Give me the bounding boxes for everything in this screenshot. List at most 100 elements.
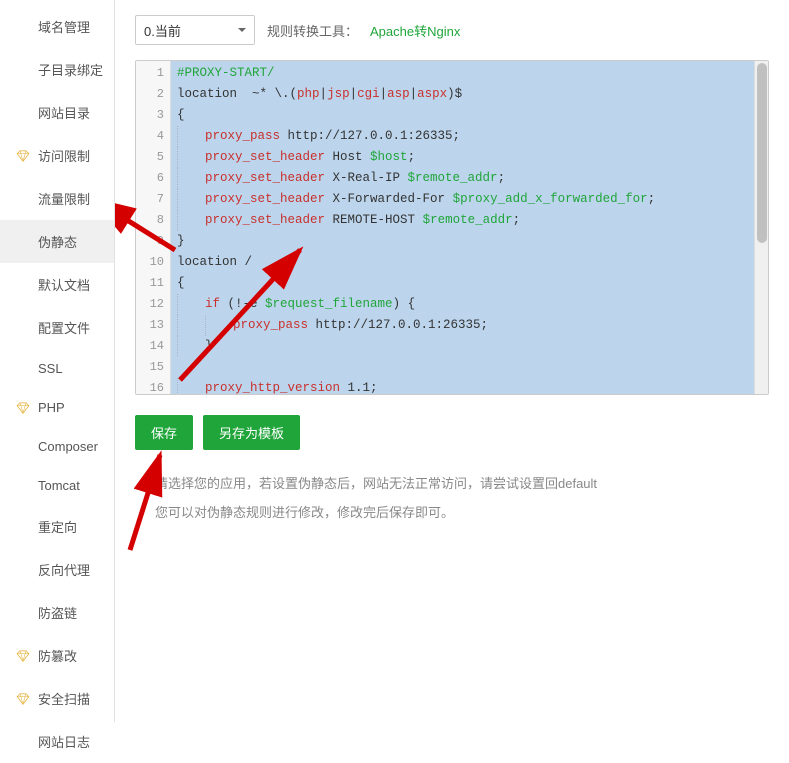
line-number: 15	[136, 357, 170, 378]
sidebar-item-label: 流量限制	[38, 192, 90, 207]
sidebar-item-label: SSL	[38, 361, 63, 376]
sidebar-item-subdir[interactable]: 子目录绑定	[0, 48, 114, 91]
line-number: 11	[136, 273, 170, 294]
sidebar-item-default-doc[interactable]: 默认文档	[0, 263, 114, 306]
code-text: proxy_set_header	[205, 150, 325, 164]
code-text: ;	[498, 171, 506, 185]
sidebar-item-domain[interactable]: 域名管理	[0, 5, 114, 48]
sidebar-item-reverse-proxy[interactable]: 反向代理	[0, 548, 114, 591]
sidebar-item-rewrite[interactable]: 伪静态	[0, 220, 114, 263]
tips-list: 请选择您的应用，若设置伪静态后，网站无法正常访问，请尝试设置回default 您…	[135, 474, 769, 524]
sidebar-item-composer[interactable]: Composer	[0, 427, 114, 466]
line-number: 7	[136, 189, 170, 210]
code-editor[interactable]: 1 2 3 4 5 6 7 8 9 10 11 12 13 14 15 16 #…	[135, 60, 769, 395]
scrollbar[interactable]	[754, 61, 768, 394]
sidebar-item-redirect[interactable]: 重定向	[0, 505, 114, 548]
code-text: $proxy_add_x_forwarded_for	[453, 192, 648, 206]
sidebar-item-label: 伪静态	[38, 235, 77, 250]
line-number: 2	[136, 84, 170, 105]
code-text: location ~* \.(	[177, 87, 297, 101]
code-text: location /	[177, 255, 252, 269]
code-text: if	[205, 297, 220, 311]
line-number: 4	[136, 126, 170, 147]
sidebar-item-label: 防篡改	[38, 649, 77, 664]
code-text: REMOTE-HOST	[325, 213, 423, 227]
scrollbar-thumb[interactable]	[757, 63, 767, 243]
code-text: proxy_set_header	[205, 192, 325, 206]
sidebar-item-label: PHP	[38, 400, 65, 415]
template-select[interactable]: 0.当前	[135, 15, 255, 45]
code-text: {	[177, 276, 185, 290]
sidebar-item-access-limit[interactable]: 访问限制	[0, 134, 114, 177]
code-text: ;	[513, 213, 521, 227]
sidebar: 域名管理 子目录绑定 网站目录 访问限制 流量限制 伪静态 默认文档 配置文件 …	[0, 0, 115, 722]
top-row: 0.当前 规则转换工具： Apache转Nginx	[135, 15, 769, 45]
diamond-icon	[16, 692, 30, 706]
code-text: ) {	[393, 297, 416, 311]
tip-item: 请选择您的应用，若设置伪静态后，网站无法正常访问，请尝试设置回default	[155, 474, 769, 495]
sidebar-item-label: 默认文档	[38, 278, 90, 293]
line-number: 6	[136, 168, 170, 189]
diamond-icon	[16, 401, 30, 415]
sidebar-item-label: 防盗链	[38, 606, 77, 621]
code-text: ;	[648, 192, 656, 206]
code-text: asp	[387, 87, 410, 101]
code-text: proxy_set_header	[205, 213, 325, 227]
code-text: Host	[325, 150, 370, 164]
line-number: 12	[136, 294, 170, 315]
code-text: (!-e	[220, 297, 265, 311]
code-text: http://127.0.0.1:26335;	[308, 318, 488, 332]
sidebar-item-hotlink[interactable]: 防盗链	[0, 591, 114, 634]
line-number: 16	[136, 378, 170, 395]
diamond-icon	[16, 649, 30, 663]
code-content[interactable]: #PROXY-START/location ~* \.(php|jsp|cgi|…	[171, 61, 754, 394]
code-text: proxy_http_version	[205, 381, 340, 394]
sidebar-item-scan[interactable]: 安全扫描	[0, 677, 114, 720]
sidebar-item-ssl[interactable]: SSL	[0, 349, 114, 388]
select-value: 0.当前	[144, 21, 181, 40]
sidebar-item-label: 网站日志	[38, 735, 90, 750]
tool-label: 规则转换工具：	[267, 21, 358, 40]
sidebar-item-label: Tomcat	[38, 478, 80, 493]
code-text: }	[205, 339, 213, 353]
code-text: http://127.0.0.1:26335;	[280, 129, 460, 143]
sidebar-item-label: 子目录绑定	[38, 63, 103, 78]
save-button[interactable]: 保存	[135, 415, 193, 450]
apache-to-nginx-link[interactable]: Apache转Nginx	[370, 21, 460, 40]
sidebar-item-sitelog[interactable]: 网站日志	[0, 720, 114, 763]
line-number: 8	[136, 210, 170, 231]
sidebar-item-label: 重定向	[38, 520, 77, 535]
tip-item: 您可以对伪静态规则进行修改，修改完后保存即可。	[155, 503, 769, 524]
sidebar-item-label: 访问限制	[38, 149, 90, 164]
line-number: 3	[136, 105, 170, 126]
code-text: aspx	[417, 87, 447, 101]
line-number: 10	[136, 252, 170, 273]
line-number: 9	[136, 231, 170, 252]
code-text: proxy_set_header	[205, 171, 325, 185]
sidebar-item-php[interactable]: PHP	[0, 388, 114, 427]
line-number: 5	[136, 147, 170, 168]
button-row: 保存 另存为模板	[135, 415, 769, 450]
code-text: $request_filename	[265, 297, 393, 311]
code-text: cgi	[357, 87, 380, 101]
sidebar-item-label: 配置文件	[38, 321, 90, 336]
code-text: #PROXY-START/	[177, 66, 275, 80]
code-text: ;	[408, 150, 416, 164]
sidebar-item-sitedir[interactable]: 网站目录	[0, 91, 114, 134]
sidebar-item-config[interactable]: 配置文件	[0, 306, 114, 349]
code-text: $remote_addr	[423, 213, 513, 227]
code-text: $remote_addr	[408, 171, 498, 185]
code-text: 1.1;	[340, 381, 378, 394]
code-text: {	[177, 108, 185, 122]
sidebar-item-label: 域名管理	[38, 20, 90, 35]
code-text: X-Forwarded-For	[325, 192, 453, 206]
sidebar-item-label: Composer	[38, 439, 98, 454]
sidebar-item-tamper[interactable]: 防篡改	[0, 634, 114, 677]
sidebar-item-traffic[interactable]: 流量限制	[0, 177, 114, 220]
sidebar-item-tomcat[interactable]: Tomcat	[0, 466, 114, 505]
sidebar-item-label: 网站目录	[38, 106, 90, 121]
save-as-template-button[interactable]: 另存为模板	[203, 415, 300, 450]
sidebar-item-label: 反向代理	[38, 563, 90, 578]
code-text: proxy_pass	[205, 129, 280, 143]
line-gutter: 1 2 3 4 5 6 7 8 9 10 11 12 13 14 15 16	[136, 61, 171, 394]
